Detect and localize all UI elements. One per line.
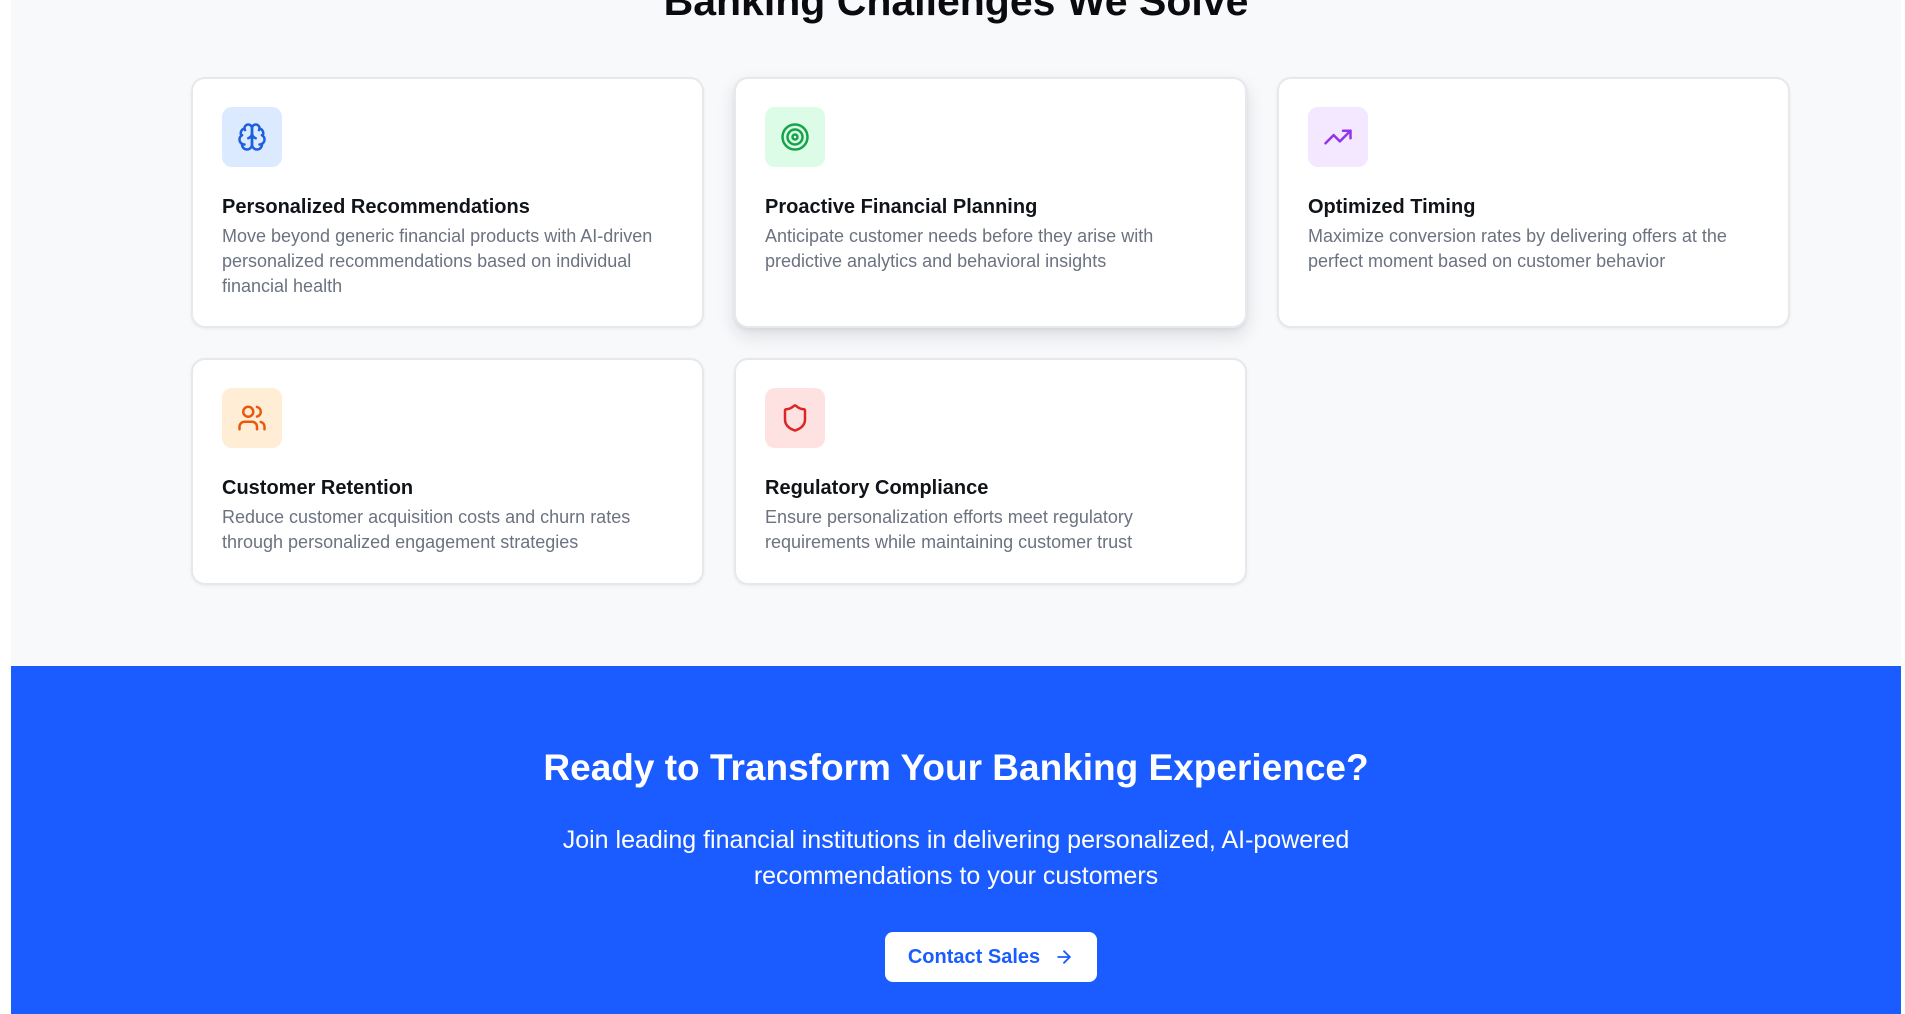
cta-subtitle: Join leading financial institutions in d… [562, 826, 1350, 890]
challenges-grid: Personalized Recommendations Move beyond… [191, 77, 1791, 585]
arrow-right-icon [1057, 950, 1071, 964]
challenge-card-proactive-financial-planning: Proactive Financial Planning Anticipate … [734, 77, 1247, 328]
cta-title: Ready to Transform Your Banking Experien… [543, 747, 1369, 788]
icon-box [765, 107, 825, 167]
icon-box [765, 388, 825, 448]
contact-sales-button[interactable]: Contact Sales [885, 932, 1097, 982]
card-title: Personalized Recommendations [222, 196, 530, 218]
shield-icon [783, 404, 807, 432]
challenge-card-customer-retention: Customer Retention Reduce customer acqui… [191, 358, 704, 585]
card-description: Anticipate customer needs before they ar… [765, 226, 1154, 271]
page: Banking Challenges We Solve Personalized… [11, 0, 1901, 1014]
card-title: Customer Retention [222, 477, 414, 499]
card-description: Ensure personalization efforts meet regu… [765, 507, 1133, 552]
card-title: Regulatory Compliance [765, 477, 989, 499]
icon-box [222, 388, 282, 448]
card-description: Maximize conversion rates by delivering … [1308, 226, 1727, 271]
brain-icon [238, 123, 266, 151]
contact-sales-label: Contact Sales [907, 945, 1041, 968]
card-title: Proactive Financial Planning [765, 196, 1038, 218]
card-title: Optimized Timing [1308, 196, 1476, 218]
users-icon [238, 405, 266, 431]
cta-banner: Ready to Transform Your Banking Experien… [11, 666, 1901, 1014]
icon-box [222, 107, 282, 167]
challenge-card-regulatory-compliance: Regulatory Compliance Ensure personaliza… [734, 358, 1247, 585]
section-title: Banking Challenges We Solve [663, 0, 1249, 24]
card-description: Move beyond generic financial products w… [222, 226, 653, 296]
challenge-card-optimized-timing: Optimized Timing Maximize conversion rat… [1277, 77, 1790, 328]
card-description: Reduce customer acquisition costs and ch… [222, 507, 631, 552]
icon-box [1308, 107, 1368, 167]
challenge-card-personalized-recommendations: Personalized Recommendations Move beyond… [191, 77, 704, 328]
target-icon [781, 123, 809, 151]
trending-up-icon [1324, 129, 1352, 145]
